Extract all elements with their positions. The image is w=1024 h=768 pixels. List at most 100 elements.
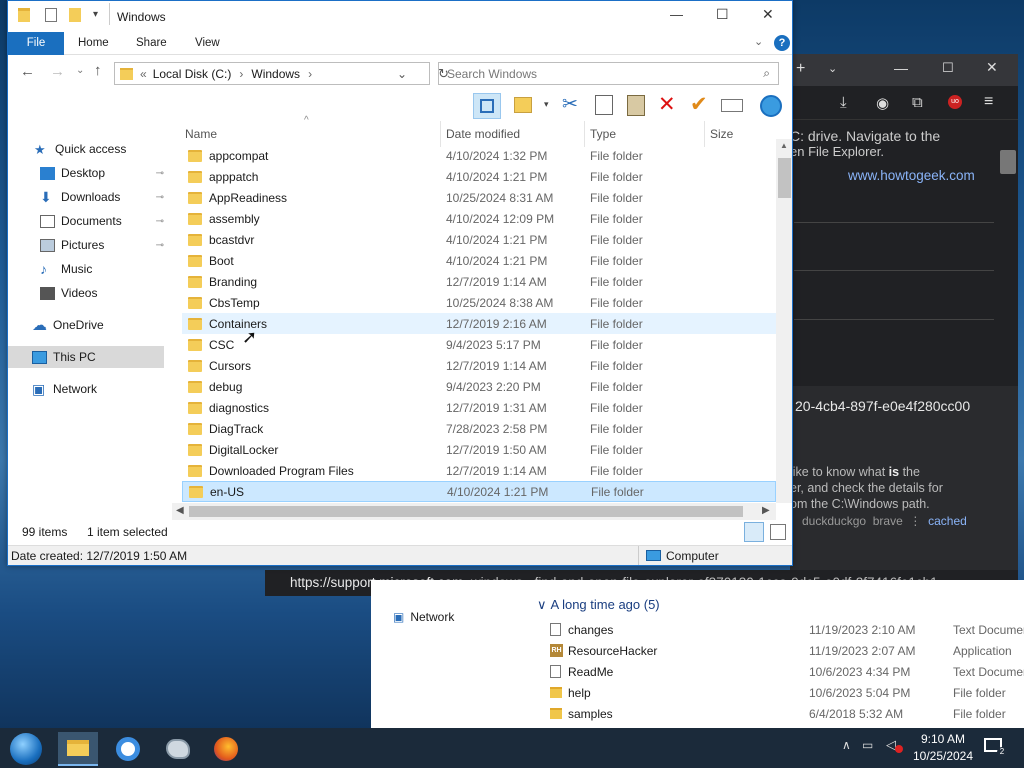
close-button[interactable]: ✕ [762,6,774,23]
nav-item-downloads[interactable]: ⬇ Downloads ⊸ [8,186,168,208]
qat-dropdown-icon[interactable]: ▾ [93,9,98,20]
start-orb-icon[interactable] [6,732,46,766]
maximize-button[interactable]: ☐ [716,6,729,23]
ublock-icon[interactable]: uo [948,95,962,109]
chrome-icon[interactable] [108,732,148,766]
properties-icon[interactable] [45,8,57,22]
column-divider[interactable] [440,121,441,147]
tag-more[interactable]: ⋮ [909,514,921,528]
file-row[interactable]: DiagTrack 7/28/2023 2:58 PM File folder [182,418,776,439]
column-header-size[interactable]: Size [710,127,733,141]
file-row[interactable]: en-US 4/10/2024 1:21 PM File folder [182,481,776,502]
chevron-right-icon[interactable]: › [308,67,312,81]
file-row[interactable]: Cursors 12/7/2019 1:14 AM File folder [182,355,776,376]
nav-item-this-pc[interactable]: This PC [8,346,164,368]
scroll-right-arrow-icon[interactable]: ▶ [762,505,770,516]
column-header-name[interactable]: Name [185,127,217,141]
pin-icon[interactable]: ⊸ [156,216,164,227]
browser-maximize-icon[interactable]: ☐ [942,60,954,76]
file-row[interactable]: diagnostics 12/7/2019 1:31 AM File folder [182,397,776,418]
large-icons-view-button[interactable] [770,524,786,540]
menu-icon[interactable]: ≡ [984,93,993,111]
column-divider[interactable] [584,121,585,147]
minimize-button[interactable]: — [670,7,683,22]
nav-item-documents[interactable]: Documents ⊸ [8,210,168,232]
search-input[interactable]: Search Windows ⌕ [438,62,779,85]
file-row[interactable]: CbsTemp 10/25/2024 8:38 AM File folder [182,292,776,313]
forward-arrow-icon[interactable]: → [50,63,65,80]
browser-close-icon[interactable]: ✕ [986,59,998,76]
copy-icon[interactable] [595,95,613,115]
file-row[interactable]: Containers 12/7/2019 2:16 AM File folder [182,313,776,334]
new-tab-icon[interactable]: + [796,60,805,78]
file-row[interactable]: apppatch 4/10/2024 1:21 PM File folder [182,166,776,187]
globe-icon[interactable] [760,95,782,117]
details-view-button[interactable] [744,522,764,542]
file-row[interactable]: Downloaded Program Files 12/7/2019 1:14 A… [182,460,776,481]
chevron-right-icon[interactable]: › [239,67,243,81]
paste-icon[interactable] [627,95,645,116]
back-arrow-icon[interactable]: ← [20,63,35,80]
download-icon[interactable]: ⤓ [840,94,847,111]
firefox-icon[interactable] [206,732,246,766]
column-divider[interactable] [704,121,705,147]
address-dropdown-icon[interactable]: ⌄ [397,67,407,81]
nav-item-music[interactable]: ♪ Music [8,258,168,280]
file-row[interactable]: debug 9/4/2023 2:20 PM File folder [182,376,776,397]
pin-icon[interactable]: ⊸ [156,168,164,179]
ribbon-expand-icon[interactable]: ⌄ [754,35,763,48]
address-bar[interactable]: « Local Disk (C:) › Windows › ⌄ ↻ [114,62,449,85]
nav-item-desktop[interactable]: Desktop ⊸ [8,162,168,184]
bg-file-row[interactable]: RH ResourceHacker 11/19/2023 2:07 AM Applic… [550,640,1024,661]
file-row[interactable]: CSC 9/4/2023 5:17 PM File folder [182,334,776,355]
title-bar[interactable]: ▾ Windows — ☐ ✕ [8,1,792,32]
column-header-type[interactable]: Type [590,127,616,141]
extensions-icon[interactable]: ⧉ [912,94,923,111]
rename-check-icon[interactable]: ✔ [690,92,708,117]
scrollbar-thumb[interactable] [189,506,743,517]
vertical-scrollbar[interactable]: ▲ [776,139,792,503]
tab-home[interactable]: Home [78,32,109,55]
help-icon[interactable]: ? [774,35,790,51]
tab-share[interactable]: Share [136,32,167,55]
nav-item-onedrive[interactable]: ☁ OneDrive [8,314,168,336]
scrollbar-thumb[interactable] [778,158,791,198]
file-row[interactable]: bcastdvr 4/10/2024 1:21 PM File folder [182,229,776,250]
account-icon[interactable]: ◉ [876,94,889,112]
bg-file-row[interactable]: changes 11/19/2023 2:10 AM Text Documen [550,619,1024,640]
nav-item-pictures[interactable]: Pictures ⊸ [8,234,168,256]
address-overflow[interactable]: « [140,67,147,81]
bg-file-row[interactable]: help 10/6/2023 5:04 PM File folder [550,682,1024,703]
pin-icon[interactable]: ⊸ [156,240,164,251]
file-row[interactable]: Boot 4/10/2024 1:21 PM File folder [182,250,776,271]
browser-minimize-icon[interactable]: — [894,60,908,76]
column-header-date[interactable]: Date modified [446,127,520,141]
scroll-left-arrow-icon[interactable]: ◀ [176,505,184,516]
file-row[interactable]: assembly 4/10/2024 12:09 PM File folder [182,208,776,229]
clock[interactable]: 9:10 AM 10/25/2024 [908,731,978,765]
result-link[interactable]: www.howtogeek.com [848,168,975,183]
tab-list-icon[interactable]: ⌄ [828,62,837,75]
scroll-up-arrow-icon[interactable]: ▲ [780,141,788,150]
bg-file-row[interactable]: ReadMe 10/6/2023 4:34 PM Text Documen [550,661,1024,682]
file-explorer-icon[interactable] [58,732,98,766]
tag-brave[interactable]: brave [873,514,903,528]
up-arrow-icon[interactable]: ↑ [94,62,102,79]
file-row[interactable]: Branding 12/7/2019 1:14 AM File folder [182,271,776,292]
nav-item-network[interactable]: ▣ Network [8,378,168,400]
nav-item-quick-access[interactable]: ★ Quick access [8,138,168,160]
tab-view[interactable]: View [195,32,220,55]
tab-file[interactable]: File [8,32,64,55]
search-icon[interactable]: ⌕ [763,66,770,81]
file-row[interactable]: appcompat 4/10/2024 1:32 PM File folder [182,145,776,166]
file-row[interactable]: DigitalLocker 12/7/2019 1:50 AM File folde… [182,439,776,460]
file-row[interactable]: AppReadiness 10/25/2024 8:31 AM File folde… [182,187,776,208]
bg-group-header[interactable]: ∨ A long time ago (5) [537,594,660,615]
breadcrumb-local-disk[interactable]: Local Disk (C:) [153,67,232,81]
cut-icon[interactable]: ✂ [562,93,578,116]
bg-file-row[interactable]: samples 6/4/2018 5:32 AM File folder [550,703,1024,724]
paint-icon[interactable] [158,732,198,766]
new-folder-icon[interactable] [69,8,81,22]
nav-item-videos[interactable]: Videos [8,282,168,304]
properties-icon[interactable] [514,97,532,113]
